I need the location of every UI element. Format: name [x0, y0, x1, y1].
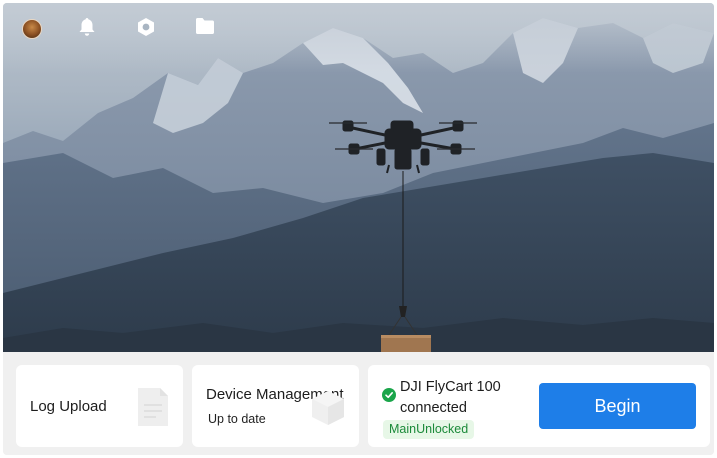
- settings-hex-icon: [138, 18, 154, 36]
- folder-icon: [196, 18, 214, 34]
- begin-button[interactable]: Begin: [539, 383, 696, 429]
- avatar-image: [22, 19, 42, 39]
- hero-image: [3, 3, 714, 352]
- device-update-status: Up to date: [208, 412, 266, 426]
- files-button[interactable]: [195, 17, 219, 41]
- log-upload-card[interactable]: Log Upload: [16, 365, 183, 447]
- connection-card: DJI FlyCart 100 connected MainUnlocked B…: [368, 365, 710, 447]
- bell-icon: [79, 18, 95, 36]
- document-icon: [138, 388, 168, 426]
- top-toolbar: [3, 3, 714, 53]
- log-upload-title: Log Upload: [30, 398, 107, 415]
- bottom-panel: Log Upload Device Management Up to date: [3, 352, 714, 455]
- connected-check-icon: [382, 388, 396, 402]
- settings-button[interactable]: [136, 17, 160, 41]
- user-avatar[interactable]: [20, 17, 44, 41]
- mountain-drone-photo: [3, 3, 714, 352]
- device-box-icon: [312, 391, 344, 425]
- unlock-status-badge: MainUnlocked: [383, 420, 475, 439]
- connection-status-text: DJI FlyCart 100 connected: [400, 379, 501, 416]
- app-window: Log Upload Device Management Up to date: [3, 3, 714, 455]
- device-management-card[interactable]: Device Management Up to date: [192, 365, 359, 447]
- notifications-button[interactable]: [78, 17, 102, 41]
